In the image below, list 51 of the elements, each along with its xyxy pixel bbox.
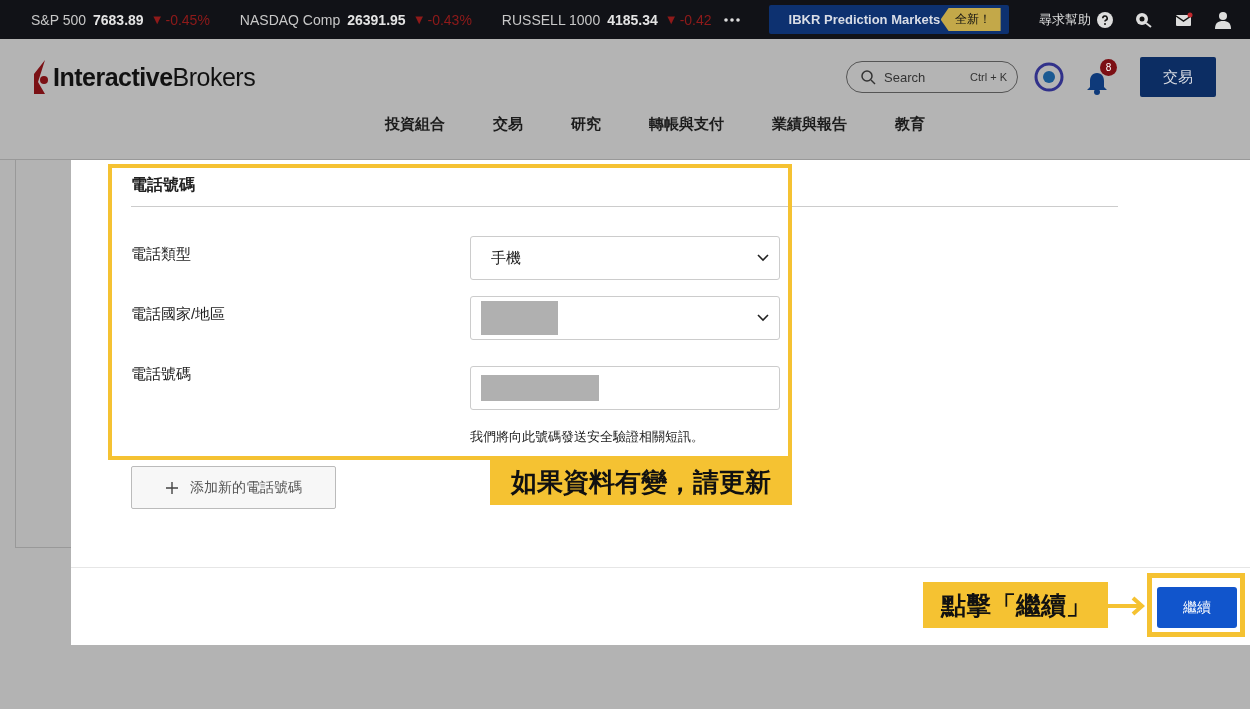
assistant-icon xyxy=(1034,62,1064,92)
field-label: 電話類型 xyxy=(131,244,192,264)
nav-item[interactable]: 研究 xyxy=(571,115,601,134)
index-value: 4185.34 xyxy=(607,11,658,28)
index-change: -0.43% xyxy=(427,11,472,28)
promo-banner[interactable]: IBKR Prediction Markets 全新！ xyxy=(768,5,1009,34)
nav-item[interactable]: 投資組合 xyxy=(385,115,445,134)
chevron-down-icon xyxy=(757,254,769,262)
dropdown-field[interactable] xyxy=(470,296,780,340)
index-change: -0.42 xyxy=(679,11,712,28)
index-change: -0.45% xyxy=(165,11,210,28)
change-arrow: ▼ xyxy=(412,12,426,27)
plus-icon xyxy=(165,481,178,494)
user-icon xyxy=(1214,10,1231,29)
change-arrow: ▼ xyxy=(664,12,678,27)
bell-icon xyxy=(1086,71,1108,95)
index-value: 26391.95 xyxy=(347,11,406,28)
shortcut-hint: Ctrl + K xyxy=(970,71,1007,83)
chevron-down-icon xyxy=(757,314,769,322)
continue-button[interactable]: 繼續 xyxy=(1157,587,1237,628)
nav-item[interactable]: 教育 xyxy=(895,115,925,134)
change-arrow: ▼ xyxy=(150,12,164,27)
callout-label: 點擊「繼續」 xyxy=(923,582,1108,628)
logo-text: InteractiveBrokers xyxy=(53,62,256,92)
search-input[interactable]: Search xyxy=(882,68,964,86)
field-label: 電話國家/地區 xyxy=(131,304,227,324)
index-name: RUSSELL 1000 xyxy=(501,11,601,28)
callout-label: 如果資料有變，請更新 xyxy=(490,460,792,505)
field-label: 電話號碼 xyxy=(131,364,192,384)
help-link[interactable]: 尋求幫助 xyxy=(1038,10,1091,29)
logo-mark-icon xyxy=(31,60,49,94)
hint-text: 我們將向此號碼發送安全驗證相關短訊。 xyxy=(470,428,705,446)
more-icon xyxy=(723,17,740,22)
input-field[interactable] xyxy=(470,366,780,410)
notification-button[interactable]: 8 xyxy=(1086,59,1118,95)
index-value: 7683.89 xyxy=(93,11,144,28)
nav-item[interactable]: 業績與報告 xyxy=(772,115,847,134)
nav-item[interactable]: 交易 xyxy=(493,115,523,134)
nav-item[interactable]: 轉帳與支付 xyxy=(649,115,724,134)
callout-arrow xyxy=(1108,596,1146,616)
new-badge: 全新！ xyxy=(940,8,1001,31)
dropdown-field[interactable]: 手機 xyxy=(470,236,780,280)
search-icon xyxy=(861,69,876,85)
section-title: 電話號碼 xyxy=(131,175,1118,207)
add-phone-button[interactable]: 添加新的電話號碼 xyxy=(131,466,336,509)
mail-icon xyxy=(1174,11,1193,28)
index-name: NASDAQ Comp xyxy=(239,11,341,28)
notification-badge: 8 xyxy=(1100,59,1117,76)
help-icon xyxy=(1096,11,1113,28)
trade-button[interactable]: 交易 xyxy=(1140,57,1216,97)
index-name: S&P 500 xyxy=(31,11,86,28)
